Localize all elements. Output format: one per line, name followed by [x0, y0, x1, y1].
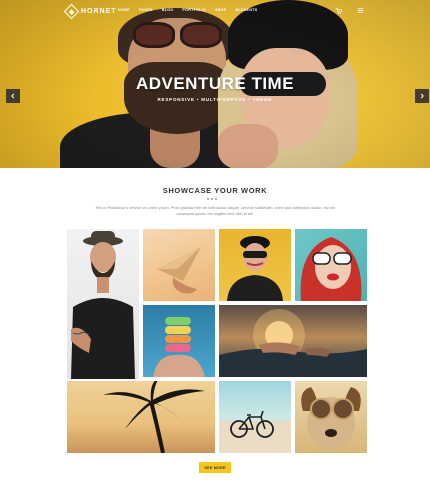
hero-subtitle: RESPONSIVE • MULTIPURPOSE • THEME [157, 97, 273, 102]
portfolio-item-bicycle-beach[interactable] [219, 381, 291, 453]
portfolio-item-sunset-hands[interactable] [219, 305, 367, 377]
portfolio-item-paper-plane[interactable] [143, 229, 215, 301]
slider-prev-button[interactable] [6, 89, 20, 103]
nav-item-portfolio[interactable]: PORTFOLIO [182, 8, 206, 12]
nav-item-blog[interactable]: BLOG [162, 8, 174, 12]
section-divider-dots [207, 198, 217, 200]
logo-diamond-icon [63, 3, 80, 20]
top-navbar: HORNET HOME PAGES BLOG PORTFOLIO SHOP EL… [0, 0, 430, 22]
showcase-description: This is Photoshop's version of Lorem Ips… [95, 206, 335, 216]
cart-icon[interactable] [334, 6, 342, 14]
chevron-left-icon [11, 93, 15, 99]
hero-slider: HORNET HOME PAGES BLOG PORTFOLIO SHOP EL… [0, 0, 430, 168]
brand-name: HORNET [81, 8, 117, 15]
portfolio-item-red-hair-girl[interactable] [295, 229, 367, 301]
hero-title: ADVENTURE TIME [135, 74, 295, 93]
slider-next-button[interactable] [415, 89, 429, 103]
portfolio-item-man-hat[interactable] [67, 229, 139, 379]
chevron-right-icon [420, 93, 424, 99]
menu-icon[interactable] [356, 6, 364, 14]
see-more-button[interactable]: SEE MORE [199, 462, 231, 473]
portfolio-item-girl-sunglasses[interactable] [219, 229, 291, 301]
portfolio-item-dog-sunglasses[interactable] [295, 381, 367, 453]
nav-item-pages[interactable]: PAGES [139, 8, 153, 12]
showcase-title: SHOWCASE YOUR WORK [162, 186, 268, 195]
nav-icons [334, 6, 364, 14]
main-menu: HOME PAGES BLOG PORTFOLIO SHOP ELEMENTS [118, 8, 257, 12]
portfolio-item-macarons[interactable] [143, 305, 215, 377]
nav-item-elements[interactable]: ELEMENTS [235, 8, 257, 12]
nav-item-shop[interactable]: SHOP [215, 8, 226, 12]
brand-logo[interactable]: HORNET [63, 3, 117, 20]
nav-item-home[interactable]: HOME [118, 8, 130, 12]
portfolio-item-palm-tree[interactable] [67, 381, 215, 453]
